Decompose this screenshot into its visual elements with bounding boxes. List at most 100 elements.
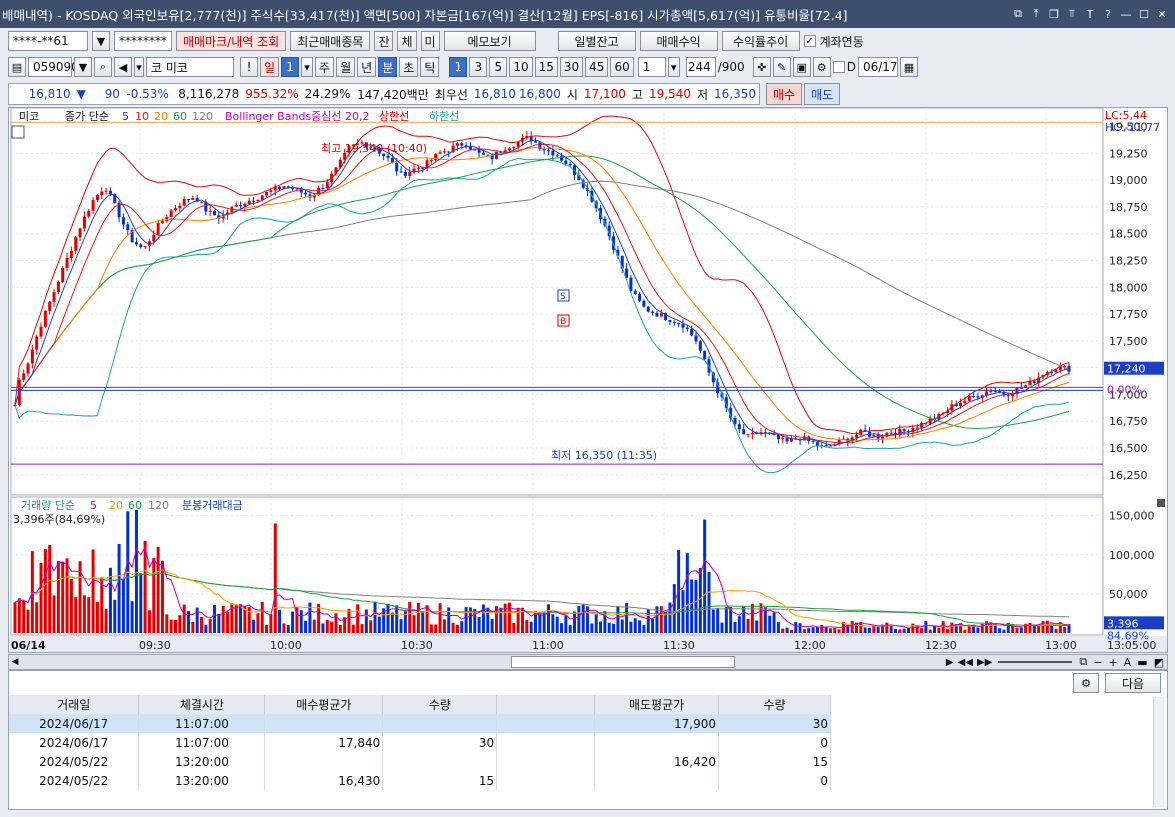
scroll-left-icon[interactable]: ◀ <box>9 657 21 667</box>
scroll-right-icon[interactable]: ▶ <box>944 657 956 668</box>
table-row[interactable]: 2024/06/17 11:07:00 17,840 30 0 <box>9 733 831 752</box>
minute-3[interactable]: 3 <box>469 57 488 77</box>
scroll-thumb[interactable] <box>511 656 735 668</box>
recent-items-button[interactable]: 최근매매종목 <box>290 31 371 51</box>
count-input[interactable]: 244 <box>685 57 716 77</box>
minute-dropdown-icon[interactable]: ▾ <box>667 57 680 77</box>
candle-body <box>139 244 143 248</box>
minimize-icon[interactable]: — <box>1119 7 1133 21</box>
restore-icon[interactable]: ⧉ <box>1011 7 1025 21</box>
copy-icon[interactable]: ❐ <box>1047 7 1061 21</box>
candle-body <box>785 438 789 442</box>
name-input[interactable]: 코 미코 <box>146 57 234 77</box>
volume-bar <box>772 612 776 633</box>
date-checkbox[interactable] <box>832 61 845 73</box>
zoom-in-icon[interactable]: ◀◀ <box>956 657 975 668</box>
volume-bar <box>442 619 446 633</box>
candlestick-chart[interactable]: 19,50019,25019,00018,75018,50018,25018,0… <box>9 107 1167 652</box>
date-input[interactable]: 06/17 <box>857 57 898 77</box>
volume-bar <box>377 616 381 633</box>
chart-menu-icon[interactable]: ▤ <box>8 57 26 77</box>
period-minute[interactable]: 분 <box>378 57 398 77</box>
eraser-icon[interactable]: ◩ <box>1151 656 1167 669</box>
tools-icon[interactable]: ✎ <box>772 57 791 77</box>
minute-5[interactable]: 5 <box>489 57 508 77</box>
account-input[interactable]: ****-**61 <box>8 31 88 51</box>
period-month[interactable]: 월 <box>336 57 356 77</box>
gear-icon[interactable]: ⚙ <box>812 57 831 77</box>
box-icon[interactable]: ▬ <box>1134 656 1150 669</box>
zoom-out-icon[interactable]: ▶▶ <box>975 657 994 668</box>
minute-1[interactable]: 1 <box>449 57 468 77</box>
crosshair-icon[interactable]: ✜ <box>752 57 771 77</box>
period-dropdown-icon[interactable]: ▾ <box>301 57 314 77</box>
table-row[interactable]: 2024/06/17 11:07:00 17,900 30 <box>9 714 831 733</box>
volume-bar <box>325 619 329 633</box>
text-icon[interactable]: A <box>1121 656 1135 669</box>
table-scrollbar[interactable] <box>1153 697 1165 807</box>
font-icon[interactable]: T <box>1083 7 1097 21</box>
help-icon[interactable]: ? <box>1101 7 1115 21</box>
link-checkbox[interactable]: ✓ <box>803 35 816 47</box>
password-input[interactable]: ******** <box>114 31 172 51</box>
sound-dropdown-icon[interactable]: ▾ <box>134 57 144 77</box>
volume-bar <box>750 603 754 633</box>
daily-balance-button[interactable]: 일별잔고 <box>557 31 636 51</box>
trade-mark-button[interactable]: 매매마크/내역 조회 <box>176 31 287 51</box>
period-day-count[interactable]: 1 <box>281 57 300 77</box>
period-day[interactable]: 일 <box>260 57 280 77</box>
candle-body <box>265 191 269 196</box>
minus-icon[interactable]: − <box>1090 656 1105 669</box>
period-week[interactable]: 주 <box>315 57 335 77</box>
search-icon[interactable]: ⌕ <box>94 57 112 77</box>
save-icon[interactable]: ▣ <box>792 57 811 77</box>
unfilled-button[interactable]: 미 <box>420 31 440 51</box>
code-dropdown-icon[interactable]: ▼ <box>74 57 92 77</box>
volume-bar <box>872 625 876 633</box>
account-dropdown-icon[interactable]: ▼ <box>92 31 110 51</box>
trade-profit-button[interactable]: 매매수익 <box>639 31 718 51</box>
plus-icon[interactable]: + <box>1105 656 1120 669</box>
return-trend-button[interactable]: 수익률추이 <box>721 31 800 51</box>
chart-scrollbar[interactable]: ◀ ▶ ◀◀ ▶▶ ⧉ − + A ▬ ◩ <box>8 654 1168 670</box>
zoom-slider[interactable] <box>998 661 1073 663</box>
buy-button[interactable]: 매수 <box>766 83 803 105</box>
pin-top-icon[interactable]: ⫪ <box>1065 7 1079 21</box>
sell-button[interactable]: 매도 <box>804 83 841 105</box>
settings-icon[interactable]: ⚙ <box>1073 673 1099 693</box>
grid-icon[interactable]: ⧉ <box>1076 655 1090 669</box>
candle-body <box>902 428 906 431</box>
minute-10[interactable]: 10 <box>509 57 533 77</box>
candle-body <box>651 311 655 313</box>
minute-45[interactable]: 45 <box>585 57 609 77</box>
sound-icon[interactable]: ◀ <box>114 57 132 77</box>
balance-button[interactable]: 잔 <box>374 31 394 51</box>
period-year[interactable]: 년 <box>357 57 377 77</box>
minute-15[interactable]: 15 <box>534 57 558 77</box>
chart-area[interactable]: 19,500 19,250 19,000 18,750 18,500 18,250 18,0… <box>8 107 1168 653</box>
period-second[interactable]: 초 <box>399 57 419 77</box>
calendar-icon[interactable]: ▦ <box>899 57 918 77</box>
table-row[interactable]: 2024/05/22 13:20:00 16,430 15 0 <box>9 771 831 790</box>
alert-button[interactable]: ! <box>240 57 258 77</box>
candle-body <box>43 310 47 327</box>
candle-body <box>100 191 104 196</box>
memo-button[interactable]: 메모보기 <box>443 31 536 51</box>
volume-bar <box>399 619 403 633</box>
candle-body <box>1032 381 1036 384</box>
minute-30[interactable]: 30 <box>559 57 584 77</box>
code-input[interactable]: 059090 <box>28 57 79 77</box>
volume-bar <box>152 557 156 633</box>
period-tick[interactable]: 틱 <box>420 57 440 77</box>
candle-body <box>182 198 186 206</box>
table-row[interactable]: 2024/05/22 13:20:00 16,420 15 <box>9 752 831 771</box>
minute-custom-input[interactable]: 1 <box>637 57 666 77</box>
price-tick-label: 18,250 <box>1109 255 1148 268</box>
buy-marker-label: B <box>560 317 566 327</box>
next-button[interactable]: 다음 <box>1105 673 1161 693</box>
pin-icon[interactable]: ⤒ <box>1029 7 1043 21</box>
minute-60[interactable]: 60 <box>610 57 634 77</box>
maximize-icon[interactable]: ☐ <box>1137 7 1151 21</box>
close-icon[interactable]: ✕ <box>1155 7 1169 21</box>
filled-button[interactable]: 체 <box>397 31 417 51</box>
